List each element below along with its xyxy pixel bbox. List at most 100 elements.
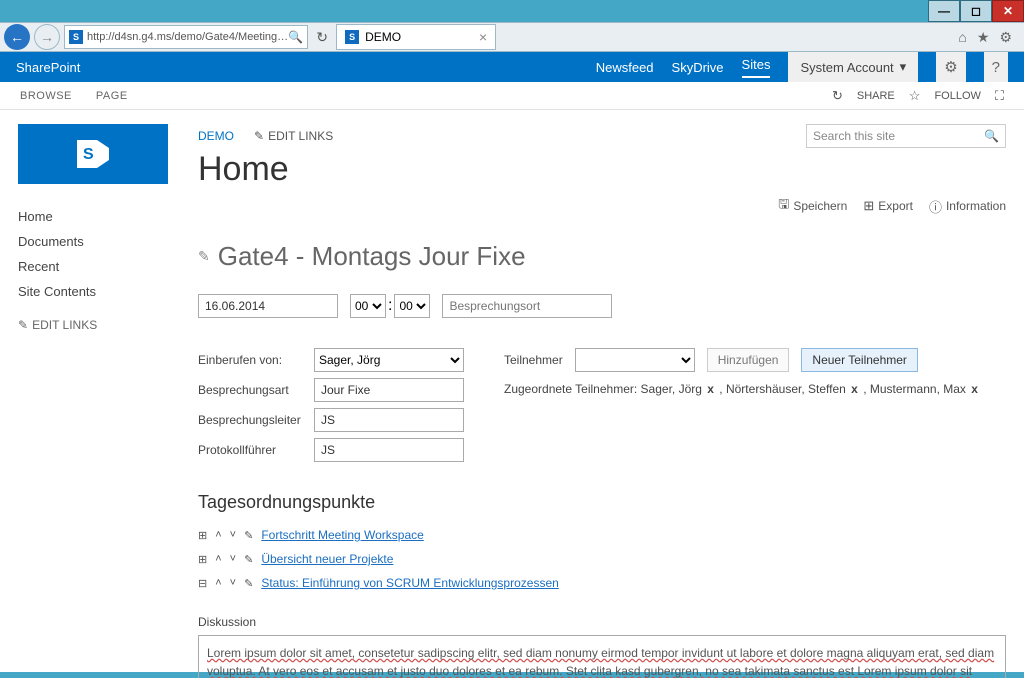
browser-tab-title: DEMO	[365, 30, 401, 44]
browser-refresh-button[interactable]: ↻	[312, 27, 332, 47]
browser-forward-button[interactable]: →	[34, 24, 60, 50]
leftnav-recent[interactable]: Recent	[18, 254, 178, 279]
leiter-input[interactable]	[314, 408, 464, 432]
pencil-icon[interactable]: ✎	[198, 248, 210, 265]
move-down-icon[interactable]: ˅	[230, 553, 236, 565]
participant-chip: Mustermann, Max x	[870, 382, 980, 396]
expand-icon[interactable]: ⊞	[198, 529, 207, 542]
remove-icon[interactable]: x	[971, 382, 978, 396]
new-participant-button[interactable]: Neuer Teilnehmer	[801, 348, 918, 372]
agenda-link[interactable]: Fortschritt Meeting Workspace	[261, 528, 424, 542]
breadcrumb-demo[interactable]: DEMO	[198, 129, 234, 143]
action-export[interactable]: ⊞Export	[863, 198, 913, 214]
breadcrumb-edit-links[interactable]: ✎ EDIT LINKS	[254, 129, 333, 143]
browser-toolbar: ← → S http://d4sn.g4.ms/demo/Gate4/Meeti…	[0, 22, 1024, 52]
account-name: System Account	[800, 60, 893, 75]
window-maximize-button[interactable]: ◻	[960, 0, 992, 22]
meeting-location-input[interactable]	[442, 294, 612, 318]
browser-address-bar[interactable]: S http://d4sn.g4.ms/demo/Gate4/Meeting… …	[64, 25, 308, 49]
browser-back-button[interactable]: ←	[4, 24, 30, 50]
discussion-text: Lorem ipsum dolor sit amet, consetetur s…	[207, 646, 994, 678]
move-up-icon[interactable]: ˄	[215, 577, 221, 589]
leftnav-edit-links[interactable]: ✎ EDIT LINKS	[18, 318, 178, 332]
export-icon: ⊞	[863, 198, 874, 214]
home-icon[interactable]: ⌂	[958, 29, 966, 46]
label-teilnehmer: Teilnehmer	[504, 353, 563, 367]
search-placeholder: Search this site	[813, 129, 895, 143]
chevron-down-icon: ▾	[900, 59, 907, 75]
suite-bar: SharePoint Newsfeed SkyDrive Sites Syste…	[0, 52, 1024, 82]
meeting-title: Gate4 - Montags Jour Fixe	[218, 241, 526, 272]
window-titlebar: — ◻ ✕	[0, 0, 1024, 22]
teilnehmer-select[interactable]	[575, 348, 695, 372]
info-icon: ⓘ	[929, 197, 942, 216]
star-icon: ☆	[909, 88, 921, 104]
favicon-icon: S	[69, 30, 83, 44]
ribbon-share[interactable]: SHARE	[857, 90, 895, 102]
label-protokoll: Protokollführer	[198, 443, 308, 457]
agenda-link[interactable]: Übersicht neuer Projekte	[261, 552, 393, 566]
svg-text:S: S	[83, 146, 94, 163]
action-info[interactable]: ⓘInformation	[929, 197, 1006, 216]
site-logo[interactable]: S	[18, 124, 168, 184]
ribbon-follow[interactable]: FOLLOW	[934, 90, 980, 102]
discussion-textarea[interactable]: Lorem ipsum dolor sit amet, consetetur s…	[198, 635, 1006, 678]
move-up-icon[interactable]: ˄	[215, 553, 221, 565]
pencil-icon[interactable]: ✎	[244, 553, 253, 566]
site-search-input[interactable]: Search this site 🔍	[806, 124, 1006, 148]
focus-icon[interactable]: ⛶	[995, 88, 1004, 104]
protokoll-input[interactable]	[314, 438, 464, 462]
tools-icon[interactable]: ⚙	[999, 29, 1012, 46]
action-save[interactable]: 🖫Speichern	[778, 195, 847, 217]
page-title: Home	[198, 150, 1006, 189]
meeting-hour-select[interactable]: 00	[350, 294, 386, 318]
pencil-icon[interactable]: ✎	[244, 577, 253, 590]
remove-icon[interactable]: x	[707, 382, 714, 396]
sharepoint-brand: SharePoint	[16, 60, 80, 75]
participant-chip: Nörtershäuser, Steffen x ,	[726, 382, 867, 396]
account-menu[interactable]: System Account ▾	[788, 52, 918, 82]
window-minimize-button[interactable]: —	[928, 0, 960, 22]
move-up-icon[interactable]: ˄	[215, 529, 221, 541]
ribbon-tab-page[interactable]: PAGE	[96, 90, 128, 102]
nav-newsfeed[interactable]: Newsfeed	[596, 60, 654, 75]
collapse-icon[interactable]: ⊟	[198, 577, 207, 590]
agenda-heading: Tagesordnungspunkte	[198, 492, 1006, 513]
ribbon: BROWSE PAGE ↻ SHARE ☆ FOLLOW ⛶	[0, 82, 1024, 110]
leftnav-documents[interactable]: Documents	[18, 229, 178, 254]
help-icon[interactable]: ?	[984, 52, 1008, 82]
pencil-icon[interactable]: ✎	[244, 529, 253, 542]
browser-tab[interactable]: S DEMO ×	[336, 24, 496, 50]
nav-sites[interactable]: Sites	[742, 57, 771, 78]
save-icon: 🖫	[778, 195, 789, 217]
meeting-minute-select[interactable]: 00	[394, 294, 430, 318]
art-input[interactable]	[314, 378, 464, 402]
participant-chip: Sager, Jörg x ,	[641, 382, 723, 396]
agenda-link[interactable]: Status: Einführung von SCRUM Entwicklung…	[261, 576, 558, 590]
leftnav-site-contents[interactable]: Site Contents	[18, 279, 178, 304]
einberufen-select[interactable]: Sager, Jörg	[314, 348, 464, 372]
left-navigation: S Home Documents Recent Site Contents ✎ …	[18, 124, 178, 672]
nav-skydrive[interactable]: SkyDrive	[672, 60, 724, 75]
browser-url-text: http://d4sn.g4.ms/demo/Gate4/Meeting…	[87, 31, 288, 43]
meeting-title-row: ✎ Gate4 - Montags Jour Fixe	[198, 241, 1006, 272]
leftnav-home[interactable]: Home	[18, 204, 178, 229]
meeting-date-input[interactable]	[198, 294, 338, 318]
label-art: Besprechungsart	[198, 383, 308, 397]
assigned-participants: Zugeordnete Teilnehmer: Sager, Jörg x , …	[504, 382, 980, 396]
move-down-icon[interactable]: ˅	[230, 577, 236, 589]
label-leiter: Besprechungsleiter	[198, 413, 308, 427]
ribbon-tab-browse[interactable]: BROWSE	[20, 90, 72, 102]
sync-icon[interactable]: ↻	[832, 88, 843, 104]
move-down-icon[interactable]: ˅	[230, 529, 236, 541]
search-icon[interactable]: 🔍	[984, 129, 999, 143]
favorites-icon[interactable]: ★	[977, 29, 990, 46]
remove-icon[interactable]: x	[851, 382, 858, 396]
agenda-item: ⊞ ˄ ˅ ✎ Übersicht neuer Projekte	[198, 547, 1006, 571]
add-participant-button[interactable]: Hinzufügen	[707, 348, 790, 372]
expand-icon[interactable]: ⊞	[198, 553, 207, 566]
window-close-button[interactable]: ✕	[992, 0, 1024, 22]
settings-gear-icon[interactable]: ⚙	[936, 52, 965, 82]
tab-close-icon[interactable]: ×	[479, 29, 487, 45]
favicon-icon: S	[345, 30, 359, 44]
